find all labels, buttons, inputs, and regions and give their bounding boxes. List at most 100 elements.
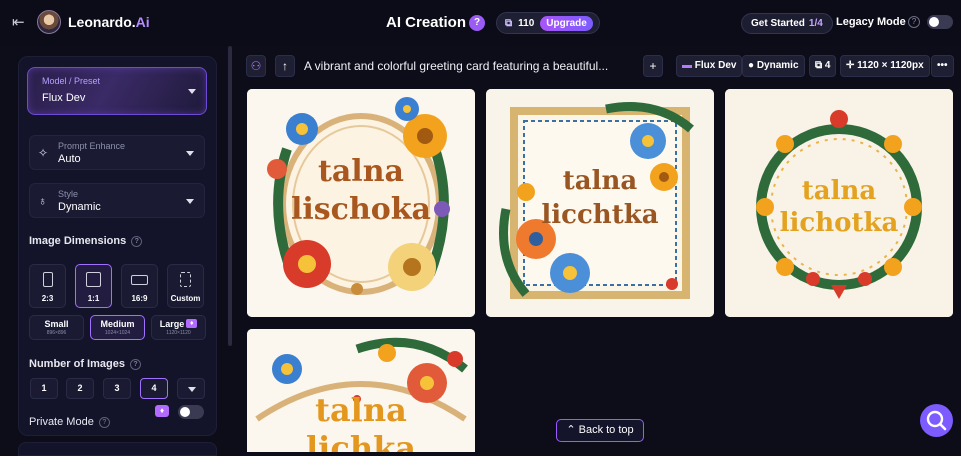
image-prompt-icon[interactable]: ⚇ [246, 55, 266, 77]
size-name: Large [159, 319, 185, 329]
style-chip[interactable]: ● Dynamic [742, 55, 805, 77]
square-ratio-icon [86, 272, 101, 287]
prompt-bar: ⚇ ↑ A vibrant and colorful greeting card… [246, 55, 954, 79]
chevron-down-icon [188, 89, 196, 94]
portrait-ratio-icon [42, 272, 53, 287]
premium-gem-icon: ♦ [155, 405, 169, 417]
size-medium-button[interactable]: Medium 1024×1024 [90, 315, 145, 340]
size-dims: 1120×1120 [166, 330, 191, 336]
token-balance[interactable]: ⧉ 110 Upgrade [496, 12, 600, 34]
generated-image-1[interactable]: talna lischoka [247, 89, 475, 317]
model-icon: ▬ [682, 60, 692, 71]
greeting-card-image: talna lischoka [247, 89, 475, 317]
greeting-card-image: talna lichotka [725, 89, 953, 317]
prompt-enhance-value: Auto [58, 153, 81, 165]
style-value: Dynamic [58, 201, 101, 213]
count-chip[interactable]: ⧉ 4 [809, 55, 837, 77]
ratio-1-1-button[interactable]: 1:1 [75, 264, 112, 308]
ratio-16-9-button[interactable]: 16:9 [121, 264, 158, 308]
generation-settings-panel: Model / Preset Flux Dev ✧ Prompt Enhance… [18, 56, 217, 436]
number-of-images-label: Number of Images [29, 358, 125, 370]
card-text-line1: talna [315, 391, 407, 429]
num-images-more-button[interactable] [177, 378, 205, 399]
drop-icon: ● [748, 60, 755, 71]
leonardo-logo[interactable] [37, 10, 61, 34]
size-chip-label: 1120 × 1120px [857, 60, 924, 71]
top-bar: ⇤ Leonardo.Ai AI Creation ? ⧉ 110 Upgrad… [0, 0, 961, 46]
search-button[interactable] [920, 404, 953, 437]
image-dimensions-label: Image Dimensions [29, 235, 127, 247]
model-chip-label: Flux Dev [694, 60, 737, 71]
prompt-enhance-select[interactable]: ✧ Prompt Enhance Auto [29, 135, 205, 170]
size-name: Medium [100, 319, 135, 329]
num-images-3-button[interactable]: 3 [103, 378, 131, 399]
legacy-mode-label: Legacy Mode [836, 16, 906, 28]
ratio-label: 2:3 [41, 294, 54, 303]
card-text-line1: talna [318, 154, 404, 189]
chevron-down-icon [186, 199, 194, 204]
help-icon[interactable]: ? [98, 416, 110, 428]
chevron-down-icon [186, 151, 194, 156]
ratio-label: 16:9 [131, 294, 148, 303]
generated-image-2[interactable]: talna licchtka [486, 89, 714, 317]
images-icon: ⧉ [815, 60, 823, 71]
num-images-4-button[interactable]: 4 [140, 378, 168, 399]
model-chip[interactable]: ▬ Flux Dev [676, 55, 743, 77]
page-title: AI Creation [386, 14, 467, 31]
get-started-progress: 1/4 [808, 18, 823, 29]
sidebar-scrollbar[interactable] [228, 46, 232, 346]
help-icon[interactable]: ? [129, 358, 141, 370]
legacy-mode-toggle[interactable] [927, 15, 953, 29]
sidebar: Model / Preset Flux Dev ✧ Prompt Enhance… [0, 46, 232, 456]
resize-icon: ✛ [846, 60, 855, 71]
num-images-1-button[interactable]: 1 [30, 378, 58, 399]
back-to-top-button[interactable]: ⌃ Back to top [556, 419, 644, 442]
card-text-line2: licchtka [541, 200, 658, 230]
size-name: Small [44, 319, 69, 329]
sparkle-icon: ✧ [38, 146, 49, 160]
brand-text: Leonardo. [68, 14, 136, 30]
back-to-top-label: Back to top [578, 424, 634, 436]
private-mode-heading: Private Mode? [29, 416, 110, 428]
style-chip-label: Dynamic [756, 60, 799, 71]
card-text-line2: lichotka [780, 208, 899, 238]
ratio-custom-button[interactable]: Custom [167, 264, 204, 308]
ratio-2-3-button[interactable]: 2:3 [29, 264, 66, 308]
chevron-up-icon: ⌃ [566, 424, 576, 436]
style-select[interactable]: ♁ Style Dynamic [29, 183, 205, 218]
card-text-line2: lichka [306, 429, 416, 452]
image-dimensions-heading: Image Dimensions? [29, 235, 143, 247]
style-icon: ♁ [38, 194, 47, 208]
arrow-up-icon[interactable]: ↑ [275, 55, 295, 77]
generated-image-3[interactable]: talna lichotka [725, 89, 953, 317]
ratio-label: Custom [170, 294, 201, 303]
help-icon[interactable]: ? [131, 235, 143, 247]
size-small-button[interactable]: Small 896×896 [29, 315, 84, 340]
private-mode-toggle[interactable] [178, 405, 204, 419]
premium-gem-icon: ♦ [186, 319, 198, 328]
upgrade-button[interactable]: Upgrade [540, 15, 593, 31]
legacy-help-icon[interactable]: ? [908, 16, 920, 28]
greeting-card-image: talna licchtka [486, 89, 714, 317]
number-of-images-heading: Number of Images? [29, 358, 141, 370]
greeting-card-image: talna lichka [247, 329, 475, 452]
add-button[interactable]: + [643, 55, 663, 77]
size-large-button[interactable]: Large ♦ 1120×1120 [151, 315, 206, 340]
brand-name[interactable]: Leonardo.Ai [68, 14, 150, 30]
get-started-button[interactable]: Get Started 1/4 [741, 13, 833, 34]
brand-ai-text: Ai [135, 14, 150, 30]
help-icon[interactable]: ? [469, 15, 485, 31]
private-mode-label: Private Mode [29, 416, 94, 428]
token-count: 110 [518, 17, 535, 29]
card-text-line1: talna [563, 166, 638, 196]
model-preset-selector[interactable]: Model / Preset Flux Dev [27, 67, 207, 115]
num-images-2-button[interactable]: 2 [66, 378, 94, 399]
generated-image-4[interactable]: talna lichka [247, 329, 475, 452]
more-options-button[interactable]: ••• [931, 55, 954, 77]
card-text-line1: talna [802, 176, 877, 206]
prompt-text[interactable]: A vibrant and colorful greeting card fea… [304, 59, 608, 73]
landscape-ratio-icon [131, 275, 148, 285]
collapse-sidebar-icon[interactable]: ⇤ [12, 13, 25, 31]
custom-ratio-icon [180, 272, 191, 287]
size-chip[interactable]: ✛ 1120 × 1120px [840, 55, 930, 77]
